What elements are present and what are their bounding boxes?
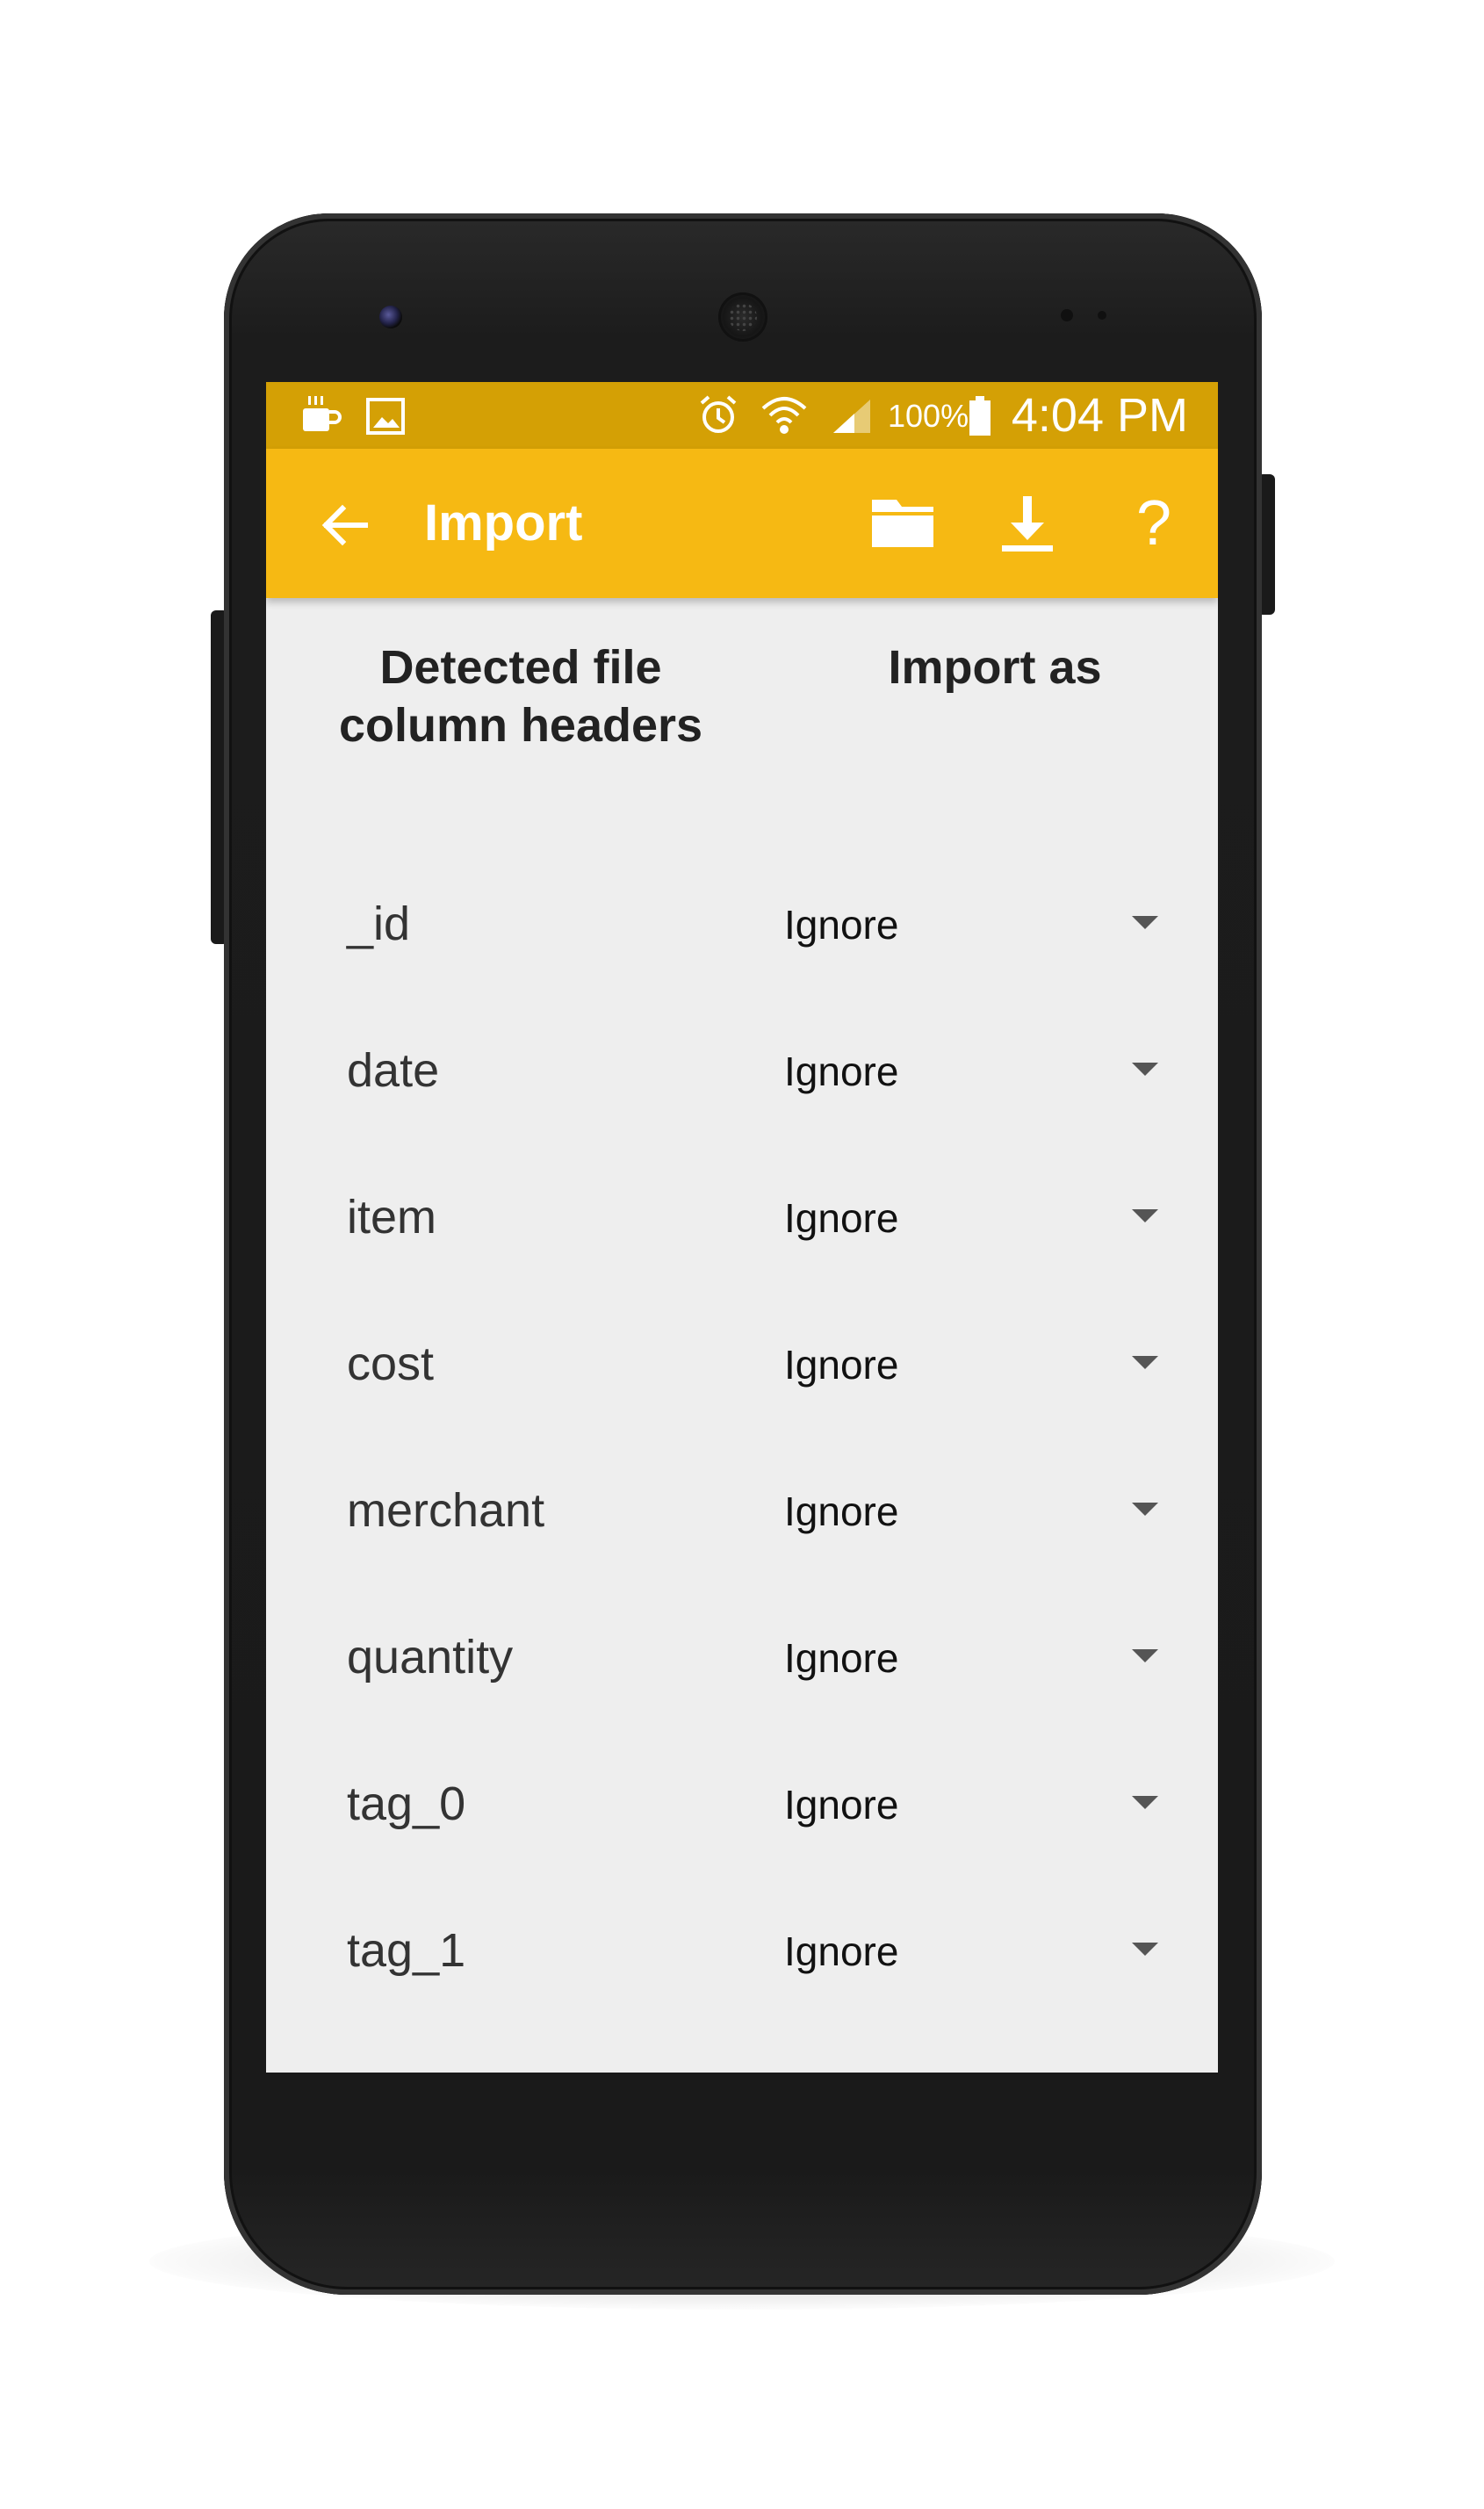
import-as-dropdown[interactable]: Ignore <box>784 1324 1188 1405</box>
import-as-value: Ignore <box>784 1342 899 1388</box>
alarm-icon <box>700 395 737 433</box>
dropdown-arrow-icon <box>1132 1943 1158 1956</box>
dropdown-arrow-icon <box>1132 1796 1158 1809</box>
wifi-icon <box>761 397 807 434</box>
import-as-column-title: Import as <box>888 641 1102 694</box>
import-as-dropdown[interactable]: Ignore <box>784 1911 1188 1992</box>
battery-percent: 100% <box>888 398 969 434</box>
image-icon <box>366 398 405 435</box>
help-label: ? <box>1135 488 1172 559</box>
column-header-name: quantity <box>347 1631 514 1683</box>
detected-headers-column-title: Detected file column headers <box>338 641 703 752</box>
import-as-value: Ignore <box>784 1489 899 1534</box>
proximity-sensor-icon <box>1061 309 1073 321</box>
column-header-name: cost <box>347 1337 435 1390</box>
folder-icon[interactable] <box>863 484 942 563</box>
import-as-value: Ignore <box>784 1195 899 1241</box>
import-as-value: Ignore <box>784 1049 899 1094</box>
import-as-dropdown[interactable]: Ignore <box>784 1471 1188 1552</box>
column-header-name: tag_1 <box>347 1924 466 1977</box>
battery-icon <box>969 396 991 436</box>
column-header-name: tag_0 <box>347 1777 466 1830</box>
dropdown-arrow-icon <box>1132 1649 1158 1662</box>
column-header-name: _id <box>347 898 411 950</box>
status-time: 4:04 PM <box>1011 389 1188 442</box>
dropdown-arrow-icon <box>1132 1063 1158 1076</box>
earpiece-speaker-icon <box>718 292 767 342</box>
list-item: quantity Ignore <box>266 1597 1218 1720</box>
import-as-value: Ignore <box>784 1635 899 1681</box>
import-as-value: Ignore <box>784 1929 899 1974</box>
page-title: Import <box>424 494 583 552</box>
dropdown-arrow-icon <box>1132 1503 1158 1516</box>
back-arrow-icon[interactable] <box>314 494 376 556</box>
signal-icon <box>833 400 870 433</box>
list-item: tag_1 Ignore <box>266 1890 1218 2013</box>
list-item: merchant Ignore <box>266 1450 1218 1573</box>
download-icon[interactable] <box>988 484 1067 563</box>
import-as-value: Ignore <box>784 902 899 948</box>
list-item: cost Ignore <box>266 1303 1218 1426</box>
coffee-icon <box>303 396 342 431</box>
list-item: item Ignore <box>266 1157 1218 1280</box>
front-camera-icon <box>379 306 402 328</box>
app-toolbar: Import ? <box>266 449 1218 598</box>
list-item: _id Ignore <box>266 863 1218 986</box>
list-item: date Ignore <box>266 1010 1218 1133</box>
import-as-dropdown[interactable]: Ignore <box>784 1178 1188 1258</box>
column-header-name: date <box>347 1044 440 1097</box>
column-header-name: item <box>347 1191 437 1244</box>
dropdown-arrow-icon <box>1132 1209 1158 1222</box>
import-as-dropdown[interactable]: Ignore <box>784 1618 1188 1698</box>
import-as-value: Ignore <box>784 1782 899 1828</box>
import-as-dropdown[interactable]: Ignore <box>784 1031 1188 1112</box>
column-header-name: merchant <box>347 1484 545 1537</box>
status-bar: 100% 4:04 PM <box>266 382 1218 449</box>
help-icon[interactable]: ? <box>1114 484 1193 563</box>
dropdown-arrow-icon <box>1132 916 1158 929</box>
import-as-dropdown[interactable]: Ignore <box>784 884 1188 965</box>
light-sensor-icon <box>1098 311 1106 320</box>
import-as-dropdown[interactable]: Ignore <box>784 1764 1188 1845</box>
list-item: tag_0 Ignore <box>266 1743 1218 1866</box>
screen: 100% 4:04 PM Import ? Detected file colu… <box>266 382 1218 2073</box>
dropdown-arrow-icon <box>1132 1356 1158 1369</box>
